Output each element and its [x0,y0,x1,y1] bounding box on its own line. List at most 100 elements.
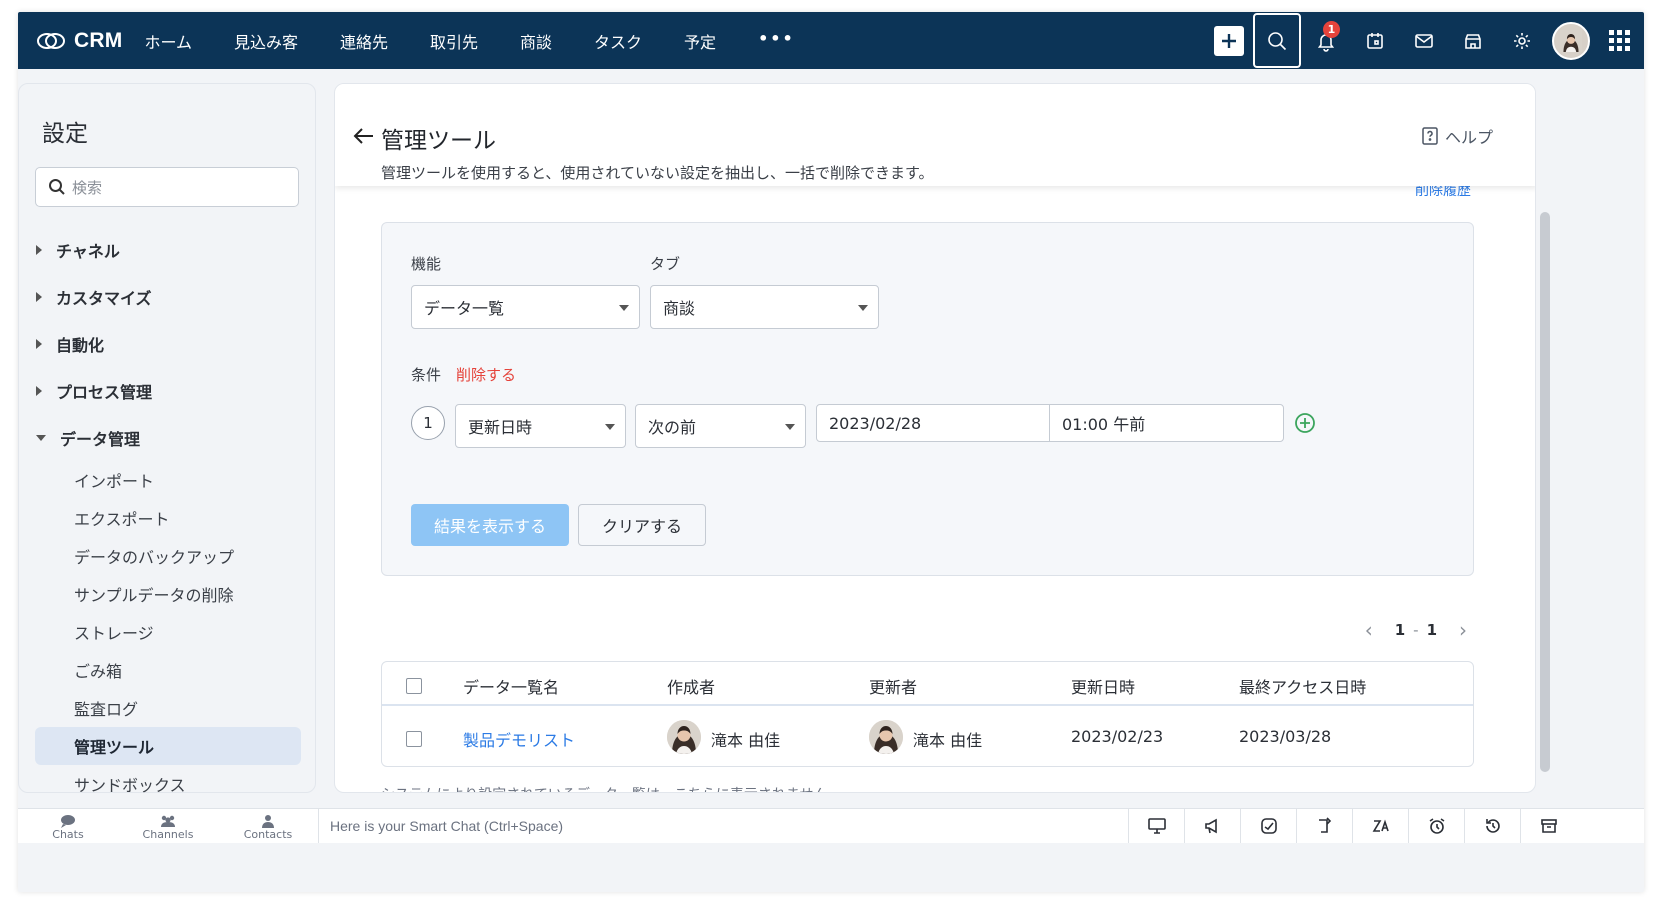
condition-operator-select[interactable]: 次の前 [635,404,806,448]
archive-button[interactable] [1520,809,1576,843]
help-label: ヘルプ [1444,128,1493,147]
page-from: 1 [1394,621,1406,639]
delete-condition-link[interactable]: 削除する [456,364,516,385]
next-page-icon[interactable]: › [1459,618,1467,642]
tab-select[interactable]: 商談 [650,285,879,329]
back-button[interactable] [353,126,375,146]
page-description: 管理ツールを使用すると、使用されていない設定を抽出し、一括で削除できます。 [381,164,934,182]
crm-app: CRM ホーム 見込み客 連絡先 取引先 商談 タスク 予定 ••• 1 設定 … [18,12,1644,892]
search-icon [1268,31,1287,50]
creator-name: 滝本 由佳 [711,731,781,750]
user-avatar-icon [1559,29,1582,52]
mail-button[interactable] [1399,12,1448,69]
chat-tab-channels[interactable]: Channels [118,811,218,843]
menu-group-automation[interactable]: 自動化 [19,320,317,367]
condition-number: 1 [411,406,445,440]
menu-group-customize[interactable]: カスタマイズ [19,273,317,320]
date-input[interactable]: 2023/02/28 [817,405,1050,441]
nav-more[interactable]: ••• [758,29,795,53]
menu-group-channels[interactable]: チャネル [19,226,317,273]
translate-button[interactable] [1352,809,1408,843]
screen-share-icon [1147,818,1166,834]
gear-icon [1513,32,1530,49]
menu-item-recycle-bin[interactable]: ごみ箱 [35,651,301,689]
menu-group-label: 自動化 [56,335,105,355]
menu-item-export[interactable]: エクスポート [35,499,301,537]
menu-item-storage[interactable]: ストレージ [35,613,301,651]
nav-accounts[interactable]: 取引先 [430,29,478,53]
app-launcher-button[interactable] [1595,12,1644,69]
caret-right-icon [36,291,42,302]
nav-events[interactable]: 予定 [684,29,716,53]
notifications-button[interactable]: 1 [1301,12,1350,69]
condition-operator-value: 次の前 [648,418,697,437]
main-nav: ホーム 見込み客 連絡先 取引先 商談 タスク 予定 ••• [144,29,836,53]
transfer-button[interactable] [1296,809,1352,843]
main-scrollbar[interactable] [1540,212,1550,772]
prev-page-icon[interactable]: ‹ [1365,618,1373,642]
col-header-updater[interactable]: 更新者 [869,674,917,698]
nav-tasks[interactable]: タスク [594,29,642,53]
settings-button[interactable] [1497,12,1546,69]
caret-down-icon [36,434,46,441]
menu-item-delete-sample[interactable]: サンプルデータの削除 [35,575,301,613]
menu-item-backup[interactable]: データのバックアップ [35,537,301,575]
archive-icon [1540,819,1557,833]
crm-logo-icon [37,32,65,49]
avatar [1551,21,1590,60]
menu-group-data-management[interactable]: データ管理 [19,414,317,461]
settings-sidebar: 設定 検索 チャネル カスタマイズ 自動化 プロセス管理 データ管理 インポート… [18,83,317,795]
megaphone-icon [1204,818,1217,834]
list-name-link[interactable]: 製品デモリスト [463,727,575,751]
page-to: 1 [1426,621,1437,639]
nav-deals[interactable]: 商談 [520,29,552,53]
reminder-button[interactable] [1408,809,1464,843]
history-button[interactable] [1464,809,1520,843]
activity-icon [1260,818,1277,834]
condition-field-select[interactable]: 更新日時 [455,404,626,448]
marketplace-button[interactable] [1448,12,1497,69]
group-icon [161,815,175,827]
user-avatar-icon [667,720,701,754]
col-header-updated[interactable]: 更新日時 [1071,674,1135,698]
add-condition-button[interactable] [1294,412,1316,434]
select-all-checkbox[interactable] [406,678,422,694]
menu-item-import[interactable]: インポート [35,461,301,499]
show-results-button[interactable]: 結果を表示する [411,504,569,546]
datetime-field: 2023/02/28 01:00 午前 [816,404,1284,442]
screen-share-button[interactable] [1128,809,1184,843]
help-link[interactable]: ヘルプ [1421,124,1493,148]
chat-tab-contacts[interactable]: Contacts [218,811,318,843]
chevron-down-icon [619,305,629,311]
activity-button[interactable] [1240,809,1296,843]
menu-item-admin-tools[interactable]: 管理ツール [35,727,301,765]
feature-select[interactable]: データ一覧 [411,285,640,329]
settings-search-input[interactable]: 検索 [35,167,299,207]
nav-leads[interactable]: 見込み客 [234,29,298,53]
creator-avatar [667,720,701,754]
menu-item-sandbox[interactable]: サンドボックス [35,765,301,803]
user-profile-button[interactable] [1546,12,1595,69]
global-search-button[interactable] [1253,13,1301,68]
col-header-name[interactable]: データ一覧名 [463,674,559,698]
menu-group-process[interactable]: プロセス管理 [19,367,317,414]
top-toolbar: 1 [1204,12,1644,69]
menu-item-audit-log[interactable]: 監査ログ [35,689,301,727]
announcement-button[interactable] [1184,809,1240,843]
quick-create-button[interactable] [1204,12,1253,69]
tab-select-value: 商談 [663,299,696,318]
time-input[interactable]: 01:00 午前 [1050,405,1145,441]
updater-name: 滝本 由佳 [913,731,983,750]
nav-home[interactable]: ホーム [144,29,192,53]
col-header-creator[interactable]: 作成者 [667,674,715,698]
nav-contacts[interactable]: 連絡先 [340,29,388,53]
tab-label: タブ [650,255,681,273]
clear-button[interactable]: クリアする [578,504,706,546]
top-navbar: CRM ホーム 見込み客 連絡先 取引先 商談 タスク 予定 ••• 1 [18,12,1644,69]
row-checkbox[interactable] [406,731,422,747]
calendar-button[interactable] [1350,12,1399,69]
chat-tab-chats[interactable]: Chats [18,811,118,843]
smart-chat-input[interactable]: Here is your Smart Chat (Ctrl+Space) [318,809,1126,843]
brand-logo[interactable]: CRM [36,29,122,53]
col-header-last-access[interactable]: 最終アクセス日時 [1239,674,1366,698]
